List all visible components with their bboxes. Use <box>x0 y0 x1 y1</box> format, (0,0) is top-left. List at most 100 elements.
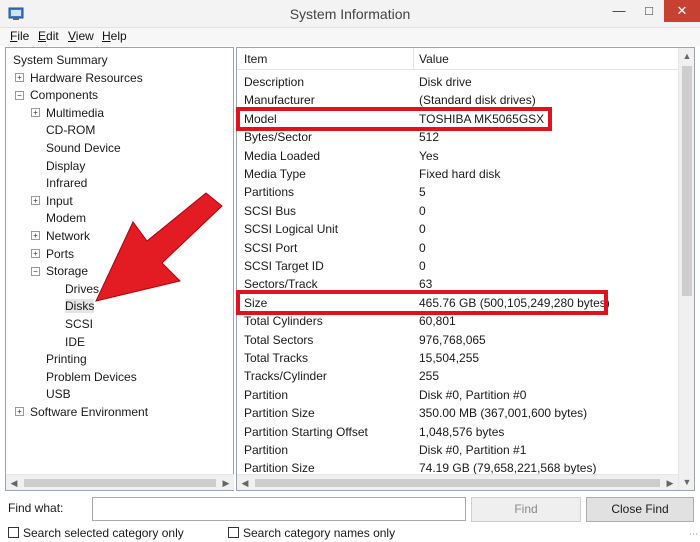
scroll-left-icon[interactable]: ◀ <box>6 475 22 491</box>
value-cell: 976,768,065 <box>419 332 486 347</box>
menu-view[interactable]: View <box>68 29 94 43</box>
tree-item[interactable]: IDE <box>50 334 85 351</box>
item-cell: SCSI Port <box>244 240 298 255</box>
list-row[interactable]: SCSI Port 0 <box>237 239 678 257</box>
list-row[interactable]: Media Loaded Yes <box>237 147 678 165</box>
list-vertical-scrollbar[interactable]: ▲ ▼ <box>678 48 694 490</box>
tree-horizontal-scrollbar[interactable]: ◀ ▶ <box>6 474 234 490</box>
tree-item[interactable]: + Hardware Resources <box>15 70 143 87</box>
tree-item[interactable]: USB <box>31 386 71 403</box>
value-cell: 15,504,255 <box>419 351 480 365</box>
tree-item[interactable]: + Ports <box>31 246 74 263</box>
find-button[interactable]: Find <box>471 497 581 522</box>
tree-item[interactable]: System Summary <box>13 52 108 69</box>
expander-icon[interactable]: + <box>31 248 40 258</box>
close-icon[interactable]: ✕ <box>664 0 700 22</box>
tree-item-label: Ports <box>46 246 75 261</box>
size-highlight-box <box>236 290 608 315</box>
list-row[interactable]: Partitions 5 <box>237 183 678 201</box>
list-row[interactable]: Partition Disk #0, Partition #1 <box>237 441 678 459</box>
list-row[interactable]: Partition Disk #0, Partition #0 <box>237 386 678 404</box>
scroll-left-icon[interactable]: ◀ <box>237 475 253 491</box>
expander-icon[interactable]: + <box>15 407 24 417</box>
tree-item[interactable]: Drives <box>50 281 99 298</box>
tree-item[interactable]: + Network <box>31 228 90 245</box>
scroll-thumb[interactable] <box>255 479 660 487</box>
scroll-up-icon[interactable]: ▲ <box>679 48 694 64</box>
tree-item[interactable]: + Input <box>31 193 73 210</box>
value-cell: 0 <box>419 203 426 218</box>
tree-item[interactable]: Printing <box>31 351 87 368</box>
tree-item[interactable]: Problem Devices <box>31 369 137 386</box>
tree-item-label: System Summary <box>13 53 108 67</box>
tree-item-label: Sound Device <box>46 141 121 155</box>
list-row[interactable]: SCSI Logical Unit 0 <box>237 220 678 238</box>
maximize-icon[interactable]: □ <box>634 0 664 22</box>
item-cell: Media Loaded <box>244 148 321 163</box>
search-category-names-checkbox[interactable]: Search category names only <box>228 526 395 540</box>
scroll-thumb[interactable] <box>682 66 692 296</box>
tree-item[interactable]: Sound Device <box>31 140 121 157</box>
expander-icon[interactable]: + <box>31 231 40 241</box>
tree-item-label: Components <box>30 88 99 103</box>
tree-item[interactable]: − Components <box>15 87 98 104</box>
menu-edit[interactable]: Edit <box>38 29 59 43</box>
list-horizontal-scrollbar[interactable]: ◀ ▶ <box>237 474 678 490</box>
tree-item[interactable]: + Software Environment <box>15 404 148 421</box>
list-header: Item Value <box>237 48 678 70</box>
minimize-icon[interactable]: — <box>604 0 634 22</box>
expander-icon[interactable]: + <box>31 196 40 206</box>
model-highlight-box <box>236 107 552 131</box>
list-row[interactable]: Description Disk drive <box>237 73 678 91</box>
tree-item[interactable]: − Storage <box>31 263 88 280</box>
column-header-item[interactable]: Item <box>244 52 267 66</box>
list-row[interactable]: Partition Size 350.00 MB (367,001,600 byt… <box>237 404 678 422</box>
list-row[interactable]: Tracks/Cylinder 255 <box>237 367 678 385</box>
tree-item[interactable]: Modem <box>31 210 86 227</box>
category-tree[interactable]: System Summary + Hardware Resources − Compon… <box>5 47 234 491</box>
tree-item[interactable]: Disks <box>50 298 95 315</box>
list-row[interactable]: Media Type Fixed hard disk <box>237 165 678 183</box>
tree-item-label: IDE <box>65 334 86 349</box>
find-input[interactable] <box>92 497 466 521</box>
tree-item[interactable]: Infrared <box>31 175 87 192</box>
tree-item[interactable]: + Multimedia <box>31 105 104 122</box>
tree-item-label: CD-ROM <box>46 123 96 138</box>
resize-grip-icon[interactable]: ⋯ <box>689 529 698 540</box>
list-row[interactable]: Total Tracks 15,504,255 <box>237 349 678 367</box>
list-row[interactable]: Partition Starting Offset 1,048,576 bytes <box>237 423 678 441</box>
list-row[interactable]: Total Sectors 976,768,065 <box>237 331 678 349</box>
tree-item-label: Input <box>46 193 73 208</box>
checkbox-box[interactable] <box>8 527 19 538</box>
find-what-label: Find what: <box>8 501 64 515</box>
list-row[interactable]: SCSI Bus 0 <box>237 202 678 220</box>
tree-item[interactable]: SCSI <box>50 316 93 333</box>
tree-item[interactable]: Display <box>31 158 85 175</box>
search-selected-category-checkbox[interactable]: Search selected category only <box>8 526 184 540</box>
tree-item[interactable]: CD-ROM <box>31 122 95 139</box>
scroll-right-icon[interactable]: ▶ <box>218 475 234 491</box>
item-cell: SCSI Target ID <box>244 259 324 273</box>
menu-help[interactable]: Help <box>102 29 127 43</box>
checkbox-box[interactable] <box>228 527 239 538</box>
expander-icon[interactable]: − <box>15 90 24 100</box>
column-divider[interactable] <box>413 48 414 70</box>
close-find-button[interactable]: Close Find <box>586 497 694 522</box>
item-cell: SCSI Logical Unit <box>244 222 339 237</box>
expander-icon[interactable]: + <box>15 72 24 82</box>
scroll-thumb[interactable] <box>24 479 216 487</box>
item-cell: Partition <box>244 443 289 457</box>
tree-item-label: Storage <box>46 264 89 279</box>
scroll-down-icon[interactable]: ▼ <box>679 474 694 490</box>
expander-icon[interactable]: − <box>31 266 40 276</box>
expander-icon[interactable]: + <box>31 108 40 118</box>
scroll-right-icon[interactable]: ▶ <box>662 475 678 491</box>
menu-file[interactable]: File <box>10 29 29 43</box>
column-header-value[interactable]: Value <box>419 52 449 66</box>
list-row[interactable]: SCSI Target ID 0 <box>237 257 678 275</box>
